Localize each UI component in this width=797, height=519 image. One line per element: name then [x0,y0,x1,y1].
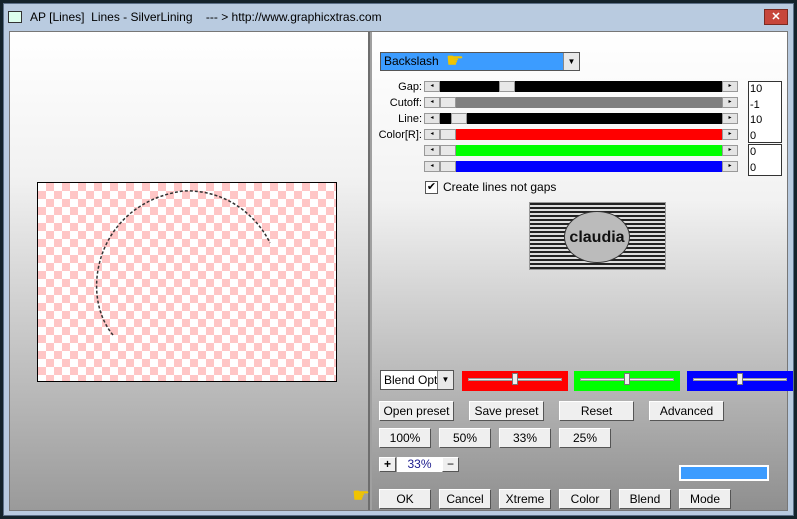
advanced-button[interactable]: Advanced [649,401,724,421]
line-label: Line: [398,113,422,125]
red-blend-slider[interactable] [462,371,568,391]
zoom-25-button[interactable]: 25% [559,428,611,448]
color-r-label: Color[R]: [378,129,422,141]
create-lines-checkbox[interactable]: ✔ Create lines not gaps [425,180,556,194]
color-b-slider[interactable]: ◂ ▸ [424,161,738,172]
scroll-right-icon[interactable]: ▸ [722,145,738,156]
gap-slider[interactable]: ◂ ▸ [424,81,738,92]
open-preset-button[interactable]: Open preset [379,401,454,421]
scroll-left-icon[interactable]: ◂ [424,145,440,156]
zoom-out-button[interactable]: − [442,457,459,472]
color-g-slider-track[interactable] [440,145,722,156]
scroll-left-icon[interactable]: ◂ [424,161,440,172]
gap-label: Gap: [398,81,422,93]
gap-slider-track[interactable] [440,81,722,92]
mode-select[interactable]: Backslash ▼ [380,52,580,71]
line-slider-thumb[interactable] [450,113,467,124]
scroll-left-icon[interactable]: ◂ [424,97,440,108]
cutoff-value[interactable]: -1 [749,98,781,114]
line-value[interactable]: 10 [749,113,781,129]
scroll-right-icon[interactable]: ▸ [722,81,738,92]
line-slider-row: Line: ◂ ▸ [372,113,742,126]
color-b-slider-row: ◂ ▸ [372,161,742,174]
scroll-right-icon[interactable]: ▸ [722,161,738,172]
color-g-slider-thumb[interactable] [440,145,456,156]
blue-blend-slider[interactable] [687,371,793,391]
preview-arc [95,190,271,336]
blend-button[interactable]: Blend [619,489,671,509]
preview-panel [10,32,370,510]
color-b-slider-track[interactable] [440,161,722,172]
preview-canvas[interactable] [37,182,337,382]
plugin-window: AP [Lines] Lines - SilverLining --- > ht… [3,3,794,516]
color-b-slider-thumb[interactable] [440,161,456,172]
chevron-down-icon[interactable]: ▼ [563,53,579,70]
color-b-value[interactable]: 0 [749,161,781,177]
color-r-slider-thumb[interactable] [440,129,456,140]
xtreme-button[interactable]: Xtreme [499,489,551,509]
checkbox-check-icon[interactable]: ✔ [425,180,438,194]
window-title: AP [Lines] Lines - SilverLining --- > ht… [30,10,382,24]
cutoff-label: Cutoff: [389,97,422,109]
color-g-value[interactable]: 0 [749,145,781,161]
chevron-down-icon[interactable]: ▼ [437,371,453,389]
ok-button[interactable]: OK [379,489,431,509]
controls-panel: Backslash ▼ ☛ Gap: ◂ ▸ Cutoff: ◂ ▸ Line:… [372,32,793,510]
color-swatch[interactable] [679,465,769,481]
scroll-left-icon[interactable]: ◂ [424,113,440,124]
scroll-left-icon[interactable]: ◂ [424,81,440,92]
cutoff-slider[interactable]: ◂ ▸ [424,97,738,108]
values-box-2: 0 0 [748,144,782,176]
gap-slider-row: Gap: ◂ ▸ [372,81,742,94]
logo-watermark: claudia [564,211,630,263]
logo-image: claudia [529,202,666,270]
blend-select-value: Blend Opti [384,373,441,387]
color-r-slider-row: Color[R]: ◂ ▸ [372,129,742,142]
zoom-value-field[interactable]: 33% [397,457,442,472]
mode-select-value: Backslash [384,54,439,68]
color-g-slider[interactable]: ◂ ▸ [424,145,738,156]
cutoff-slider-track[interactable] [440,97,722,108]
scroll-right-icon[interactable]: ▸ [722,113,738,124]
close-button[interactable]: ✕ [764,9,788,25]
zoom-100-button[interactable]: 100% [379,428,431,448]
color-r-slider[interactable]: ◂ ▸ [424,129,738,140]
color-g-slider-row: ◂ ▸ [372,145,742,158]
app-icon [8,11,22,23]
values-box-1: 10 -1 10 0 [748,81,782,143]
pointing-hand-icon: ☛ [446,50,464,72]
gap-value[interactable]: 10 [749,82,781,98]
pointing-hand-icon: ☛ [352,485,370,507]
save-preset-button[interactable]: Save preset [469,401,544,421]
color-button[interactable]: Color [559,489,611,509]
cutoff-slider-row: Cutoff: ◂ ▸ [372,97,742,110]
zoom-in-button[interactable]: + [379,457,396,472]
scroll-left-icon[interactable]: ◂ [424,129,440,140]
zoom-33-button[interactable]: 33% [499,428,551,448]
title-bar[interactable]: AP [Lines] Lines - SilverLining --- > ht… [4,4,793,30]
cancel-button[interactable]: Cancel [439,489,491,509]
scroll-right-icon[interactable]: ▸ [722,97,738,108]
zoom-50-button[interactable]: 50% [439,428,491,448]
dialog-body: Backslash ▼ ☛ Gap: ◂ ▸ Cutoff: ◂ ▸ Line:… [9,31,793,511]
color-r-value[interactable]: 0 [749,129,781,145]
mode-button[interactable]: Mode [679,489,731,509]
line-slider-track[interactable] [440,113,722,124]
gap-slider-thumb[interactable] [498,81,515,92]
scroll-right-icon[interactable]: ▸ [722,129,738,140]
color-r-slider-track[interactable] [440,129,722,140]
blend-select[interactable]: Blend Opti ▼ [380,370,454,390]
checkbox-label: Create lines not gaps [443,180,557,194]
reset-button[interactable]: Reset [559,401,634,421]
green-blend-slider[interactable] [574,371,680,391]
cutoff-slider-thumb[interactable] [440,97,456,108]
line-slider[interactable]: ◂ ▸ [424,113,738,124]
